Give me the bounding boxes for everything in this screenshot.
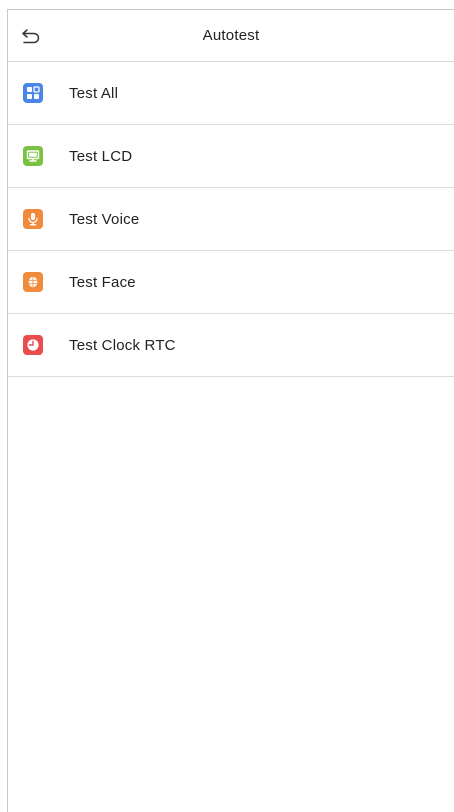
back-button[interactable] [18, 23, 44, 49]
menu-item-test-voice[interactable]: Test Voice [8, 188, 454, 251]
page-title: Autotest [202, 27, 260, 44]
menu-item-test-all[interactable]: Test All [8, 62, 454, 125]
microphone-icon [23, 209, 43, 229]
back-arrow-icon [22, 29, 40, 44]
grid-icon [23, 83, 43, 103]
header-bar: Autotest [8, 10, 454, 62]
menu-item-label: Test LCD [69, 148, 133, 165]
monitor-icon [23, 146, 43, 166]
menu-item-test-face[interactable]: Test Face [8, 251, 454, 314]
face-icon [23, 272, 43, 292]
autotest-screen: Autotest Test All Test LCD Test Voice Te… [7, 9, 454, 812]
menu-item-test-lcd[interactable]: Test LCD [8, 125, 454, 188]
menu-item-label: Test All [69, 85, 119, 102]
menu-item-label: Test Face [69, 274, 136, 291]
menu-item-label: Test Voice [69, 211, 140, 228]
menu-item-label: Test Clock RTC [69, 337, 176, 354]
menu-item-test-clock-rtc[interactable]: Test Clock RTC [8, 314, 454, 377]
clock-icon [23, 335, 43, 355]
